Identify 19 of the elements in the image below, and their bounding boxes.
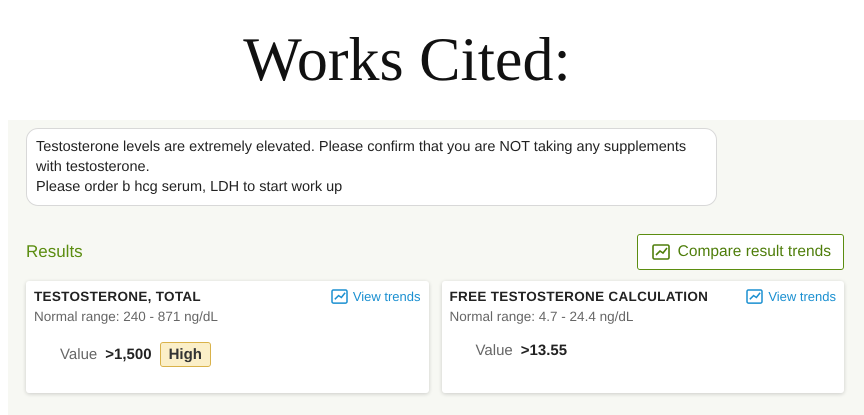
view-trends-link[interactable]: View trends <box>330 289 420 304</box>
flag-badge: High <box>160 342 211 367</box>
value-label: Value <box>476 342 513 359</box>
chart-icon <box>652 244 670 260</box>
result-value: >13.55 <box>520 342 568 359</box>
result-value: >1,500 <box>105 346 152 363</box>
message-text: Please order b hcg serum, LDH to start work up <box>36 178 344 197</box>
value-label: Value <box>60 346 98 363</box>
test-name: FREE TESTOSTERONE CALCULATION <box>450 289 708 304</box>
normal-range: Normal range: 4.7 - 24.4 ng/dL <box>450 309 634 324</box>
chart-icon <box>330 289 348 304</box>
heading: Works Cited: <box>243 24 571 96</box>
test-name: TESTOSTERONE, TOTAL <box>34 289 201 304</box>
compare-trends-button[interactable]: Compare result trends <box>636 234 844 270</box>
normal-range: Normal range: 240 - 871 ng/dL <box>34 309 219 324</box>
chart-icon <box>746 289 764 304</box>
section-title: Results <box>26 242 83 262</box>
view-trends-link[interactable]: View trends <box>746 289 836 304</box>
message-text: Testosterone levels are extremely elevated. Please confirm that you are NOT taking any supplements with testosterone. <box>36 138 688 177</box>
